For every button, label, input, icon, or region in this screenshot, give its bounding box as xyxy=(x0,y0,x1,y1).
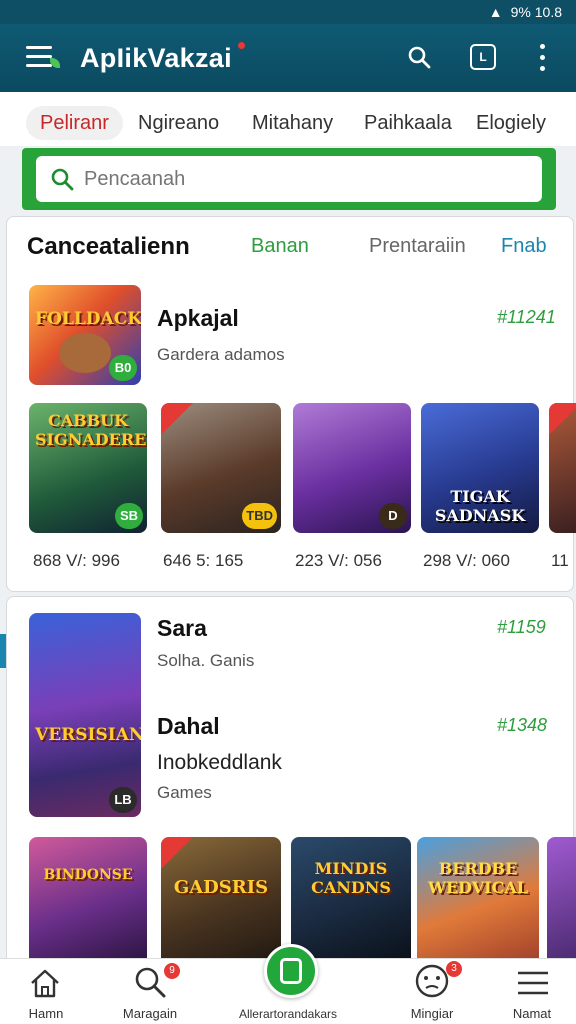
status-text: 9% 10.8 xyxy=(510,4,562,20)
search-badge: 9 xyxy=(164,963,180,979)
filter-banan[interactable]: Banan xyxy=(251,235,309,258)
hamburger-menu-icon[interactable] xyxy=(26,46,52,68)
section-card-1: Canceatalienn Banan Prentaraiin Fnab FOL… xyxy=(6,216,576,592)
app-name-sara[interactable]: Sara xyxy=(157,615,207,642)
search-icon xyxy=(51,168,74,191)
center-action-button[interactable] xyxy=(264,944,318,998)
app-name-dahal[interactable]: Dahal xyxy=(157,713,220,740)
thumbnail-caption-4: 298 V/: 060 xyxy=(423,551,510,570)
search-icon xyxy=(135,967,166,998)
nav-home-label: Hamn xyxy=(28,1006,64,1021)
game-thumbnail-8[interactable]: MINDIS CANDNS xyxy=(291,837,411,963)
game-thumbnail-1[interactable]: CABBUK SIGNADERE SB xyxy=(29,403,147,533)
search-icon xyxy=(408,46,431,69)
game-thumbnail-9[interactable]: BERDBE WEDVICAL xyxy=(417,837,539,963)
tab-peliranr[interactable]: Peliranr xyxy=(26,106,123,140)
menu-icon xyxy=(518,971,548,995)
app-bar: ApIikVakzai L xyxy=(0,24,576,92)
nav-menu[interactable]: Namat xyxy=(482,959,576,1024)
app-subtitle-sara: Solha. Ganis xyxy=(157,651,255,670)
game-thumbnail-2[interactable]: TBD xyxy=(161,403,281,533)
game-thumbnail-5[interactable] xyxy=(549,403,576,533)
tab-mitahany[interactable]: Mitahany xyxy=(252,106,333,140)
section-card-2: VERSISIAN LB Sara Solha. Ganis #1159 Dah… xyxy=(6,596,576,963)
thumbnail-caption-5: 11 xyxy=(551,551,569,570)
search-input[interactable] xyxy=(84,167,484,191)
search-field[interactable] xyxy=(36,156,542,202)
library-icon-label: L xyxy=(479,50,487,64)
search-bar xyxy=(22,148,556,210)
thumbnail-caption-2: 646 5: 165 xyxy=(163,551,244,570)
thumbnail-label: FOLLDACK xyxy=(35,309,141,329)
app-title: ApIikVakzai xyxy=(80,43,232,73)
featured-app-subtitle: Gardera adamos xyxy=(157,345,285,364)
character-art xyxy=(59,333,111,373)
featured-app-thumbnail-2[interactable]: VERSISIAN LB xyxy=(29,613,141,817)
nav-profile[interactable]: 3 Mingiar xyxy=(382,959,482,1024)
nav-menu-label: Namat xyxy=(512,1006,552,1021)
tab-ngireano[interactable]: Ngireano xyxy=(138,106,219,140)
nav-center-label: Allerartorandakars xyxy=(238,1007,338,1021)
nav-profile-label: Mingiar xyxy=(410,1006,454,1021)
tab-paihkaala[interactable]: Paihkaala xyxy=(364,106,452,140)
app-category-dahal: Games xyxy=(157,783,212,802)
thumbnail-label: BINDONSE xyxy=(43,867,133,883)
app-badge: TBD xyxy=(242,503,277,529)
game-thumbnail-7[interactable]: GADSRIS xyxy=(161,837,281,963)
thumbnail-label: BERDBE WEDVICAL xyxy=(427,859,529,897)
featured-app-thumbnail[interactable]: FOLLDACK B0 xyxy=(29,285,141,385)
thumbnail-label: VERSISIAN xyxy=(35,725,141,745)
app-badge: LB xyxy=(109,787,137,813)
wifi-icon: ▲ xyxy=(488,4,503,20)
filter-prentaraiin[interactable]: Prentaraiin xyxy=(369,235,466,258)
search-button[interactable] xyxy=(402,40,436,74)
filter-fnab[interactable]: Fnab xyxy=(501,235,547,258)
app-store-icon xyxy=(280,958,302,984)
thumbnail-label: CABBUK SIGNADERE xyxy=(35,411,147,449)
featured-app-name[interactable]: Apkajal xyxy=(157,305,239,332)
nav-search[interactable]: 9 Maragain xyxy=(100,959,200,1024)
ribbon-tag xyxy=(161,837,193,869)
featured-app-price: #11241 xyxy=(497,307,556,327)
category-tabs: Peliranr Ngireano Mitahany Paihkaala Elo… xyxy=(0,92,576,146)
tab-elogiely[interactable]: Elogiely xyxy=(476,106,546,140)
thumbnail-caption-1: 868 V/: 996 xyxy=(33,551,120,570)
app-subtitle-dahal: Inobkeddlank xyxy=(157,751,282,774)
thumbnail-label: TIGAK SADNASK xyxy=(434,487,526,525)
ribbon-tag xyxy=(161,403,193,435)
notification-dot xyxy=(238,42,245,49)
app-price-sara: #1159 xyxy=(497,617,546,637)
face-icon xyxy=(415,964,449,998)
game-thumbnail-10[interactable] xyxy=(547,837,576,963)
home-icon xyxy=(31,969,59,998)
nav-search-label: Maragain xyxy=(122,1006,178,1021)
library-button[interactable]: L xyxy=(466,40,500,74)
app-price-dahal: #1348 xyxy=(497,715,548,735)
section-title: Canceatalienn xyxy=(27,233,190,260)
nav-home[interactable]: Hamn xyxy=(0,959,96,1024)
library-icon: L xyxy=(470,44,496,70)
thumbnail-caption-3: 223 V/: 056 xyxy=(295,551,382,570)
game-thumbnail-6[interactable]: BINDONSE xyxy=(29,837,147,963)
thumbnail-label: MINDIS CANDNS xyxy=(311,859,391,897)
thumbnail-label: GADSRIS xyxy=(173,877,269,898)
profile-badge: 3 xyxy=(446,961,462,977)
app-badge: B0 xyxy=(109,355,137,381)
more-options-icon[interactable] xyxy=(525,40,559,74)
status-bar: ▲ 9% 10.8 xyxy=(0,0,576,24)
game-thumbnail-3[interactable]: D xyxy=(293,403,411,533)
ribbon-tag xyxy=(549,403,576,435)
game-thumbnail-4[interactable]: TIGAK SADNASK xyxy=(421,403,539,533)
app-badge: SB xyxy=(115,503,143,529)
app-badge: D xyxy=(379,503,407,529)
